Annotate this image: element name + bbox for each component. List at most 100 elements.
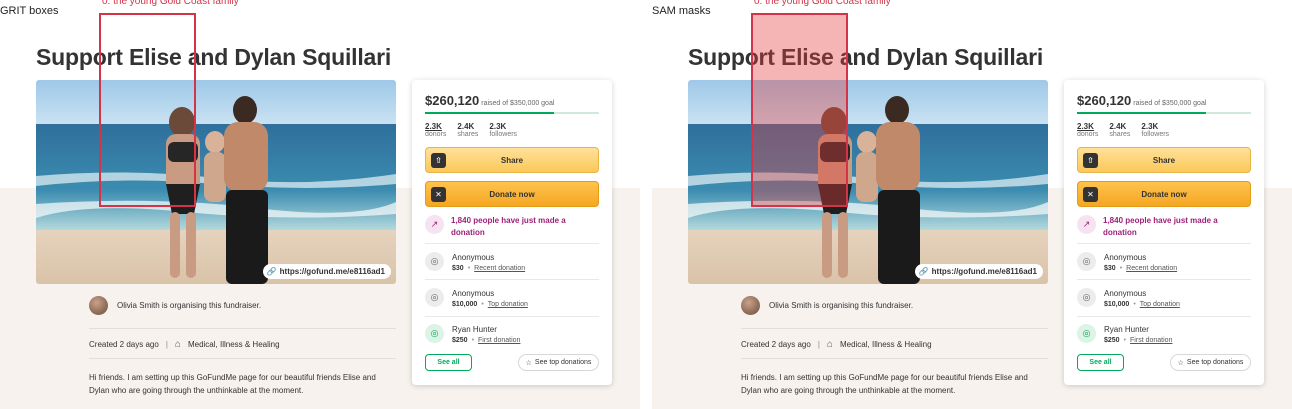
stat-label: followers [1141, 131, 1170, 138]
donation-kind-link[interactable]: Top donation [1140, 301, 1180, 308]
amount-raised: $260,120 raised of $350,000 goal [1077, 93, 1206, 108]
donor-icon: ◎ [425, 252, 444, 271]
organiser-row[interactable]: Olivia Smith is organising this fundrais… [741, 296, 913, 315]
dot-separator: • [1119, 265, 1123, 272]
donate-now-button[interactable]: ✕ Donate now [425, 181, 599, 207]
donation-card: $260,120 raised of $350,000 goal 2.3K don… [1064, 80, 1264, 385]
donation-kind-link[interactable]: Recent donation [474, 265, 525, 272]
progress-fill [1077, 112, 1207, 114]
donation-kind-link[interactable]: Top donation [488, 301, 528, 308]
progress-fill [425, 112, 555, 114]
beach-photo [688, 80, 1048, 284]
divider [741, 328, 1048, 329]
organiser-text: Olivia Smith is organising this fundrais… [769, 301, 914, 310]
campaign-meta: Created 2 days ago | ⌂ Medical, Illness … [89, 339, 280, 350]
share-label: Share [1152, 155, 1176, 165]
donor-name: Anonymous [1104, 289, 1147, 298]
see-all-button[interactable]: See all [425, 354, 472, 371]
donation-item: ◎ Ryan Hunter $250 • First donation [1077, 324, 1251, 344]
donation-amount: $30 [452, 265, 464, 272]
stat-label: shares [457, 131, 479, 138]
divider [425, 279, 599, 280]
donor-name: Anonymous [452, 253, 495, 262]
panel-label: GRIT boxes [0, 5, 59, 17]
page-title: Support Elise and Dylan Squillari [36, 44, 392, 70]
see-top-donations-button[interactable]: ☆ See top donations [518, 354, 599, 371]
organiser-row[interactable]: Olivia Smith is organising this fundrais… [89, 296, 261, 315]
divider [425, 316, 599, 317]
donor-name: Anonymous [1104, 253, 1147, 262]
donation-kind-link[interactable]: First donation [478, 337, 520, 344]
donation-item: ◎ Anonymous $30 • Recent donation [425, 252, 599, 272]
donation-kind-link[interactable]: Recent donation [1126, 265, 1177, 272]
donation-kind-link[interactable]: First donation [1130, 337, 1172, 344]
goal-text: raised of $350,000 goal [481, 100, 555, 107]
donate-now-button[interactable]: ✕ Donate now [1077, 181, 1251, 207]
story-text: Hi friends. I am setting up this GoFundM… [741, 373, 1028, 395]
organiser-avatar [741, 296, 760, 315]
donation-amount: $30 [1104, 265, 1116, 272]
story-text: Hi friends. I am setting up this GoFundM… [89, 373, 376, 395]
organiser-avatar [89, 296, 108, 315]
created-text: Created 2 days ago [89, 340, 159, 349]
annotation-region [99, 13, 196, 207]
sam-masks-panel: SAM masks Support Elise and Dylan Squill… [652, 0, 1292, 409]
annotation-label: 0: the young Gold Coast family [750, 0, 895, 10]
stat-label: donors [1077, 131, 1099, 138]
share-label: Share [500, 155, 524, 165]
donor-name: Ryan Hunter [452, 325, 497, 334]
stat-value: 2.3K [1077, 122, 1094, 131]
divider [1077, 243, 1251, 244]
donation-item: ◎ Anonymous $30 • Recent donation [1077, 252, 1251, 272]
activity-row: ↗ 1,840 people have just made a donation [425, 215, 599, 239]
donate-icon: ✕ [431, 187, 446, 202]
beach-photo [36, 80, 396, 284]
tag-icon: ⌂ [174, 339, 181, 350]
progress-bar [425, 112, 599, 114]
divider [1077, 316, 1251, 317]
divider [89, 358, 396, 359]
donation-amount: $250 [1104, 337, 1120, 344]
stat-label: donors [425, 131, 447, 138]
share-link-pill[interactable]: 🔗 https://gofund.me/e8116ad1 [262, 264, 391, 279]
donor-icon: ◎ [1077, 252, 1096, 271]
progress-bar [1077, 112, 1251, 114]
donation-item: ◎ Ryan Hunter $250 • First donation [425, 324, 599, 344]
donor-name: Ryan Hunter [1104, 325, 1149, 334]
category-link[interactable]: Medical, Illness & Healing [188, 340, 280, 349]
donate-icon: ✕ [1083, 187, 1098, 202]
divider [89, 328, 396, 329]
link-icon: 🔗 [266, 267, 277, 276]
trend-icon: ↗ [1077, 215, 1096, 234]
grit-boxes-panel: GRIT boxes Support Elise and Dylan Squil… [0, 0, 640, 409]
see-top-label: See top donations [534, 359, 592, 366]
see-all-button[interactable]: See all [1077, 354, 1124, 371]
tag-icon: ⌂ [826, 339, 833, 350]
meta-separator: | [817, 340, 820, 349]
goal-text: raised of $350,000 goal [1133, 100, 1207, 107]
panel-label: SAM masks [652, 5, 711, 17]
share-button[interactable]: ⇧ Share [425, 147, 599, 173]
meta-separator: | [165, 340, 168, 349]
stat-label: shares [1109, 131, 1131, 138]
divider [1077, 279, 1251, 280]
raised-value: $260,120 [1077, 93, 1132, 108]
stat-followers: 2.3K followers [489, 122, 517, 138]
created-text: Created 2 days ago [741, 340, 811, 349]
share-link-pill[interactable]: 🔗 https://gofund.me/e8116ad1 [914, 264, 1043, 279]
stat-label: followers [489, 131, 518, 138]
stat-donors[interactable]: 2.3K donors [1077, 122, 1098, 138]
annotation-region [751, 13, 848, 207]
category-link[interactable]: Medical, Illness & Healing [840, 340, 932, 349]
campaign-photo[interactable]: 🔗 https://gofund.me/e8116ad1 [688, 80, 1048, 284]
share-icon: ⇧ [431, 153, 446, 168]
amount-raised: $260,120 raised of $350,000 goal [425, 93, 554, 108]
see-top-donations-button[interactable]: ☆ See top donations [1170, 354, 1251, 371]
stat-value: 2.3K [425, 122, 442, 131]
share-link-text: https://gofund.me/e8116ad1 [931, 267, 1037, 276]
campaign-photo[interactable]: 🔗 https://gofund.me/e8116ad1 [36, 80, 396, 284]
activity-text: 1,840 people have just made a donation [451, 216, 566, 237]
stat-donors[interactable]: 2.3K donors [425, 122, 446, 138]
share-button[interactable]: ⇧ Share [1077, 147, 1251, 173]
link-icon: 🔗 [918, 267, 929, 276]
